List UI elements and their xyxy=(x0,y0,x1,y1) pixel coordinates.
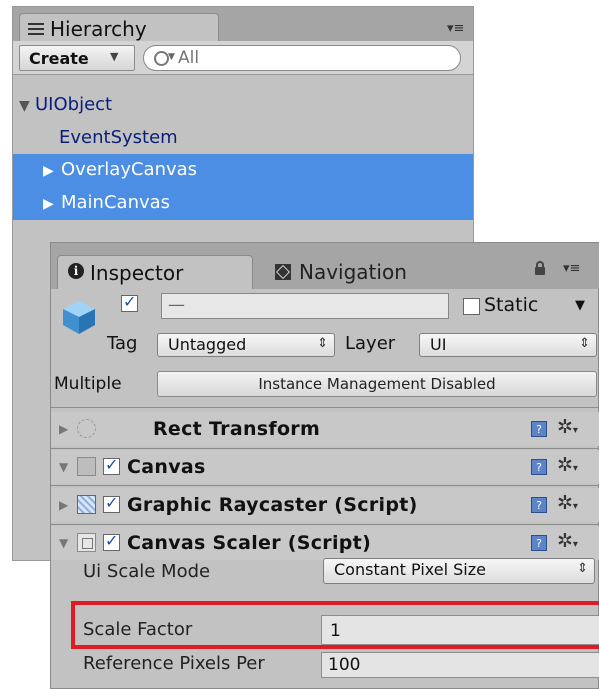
collapse-triangle-icon[interactable]: ▼ xyxy=(59,460,68,474)
reference-pixels-label: Reference Pixels Per xyxy=(83,653,265,674)
layer-label: Layer xyxy=(345,333,396,354)
gear-icon[interactable]: ✲▾ xyxy=(557,416,578,438)
ui-scale-mode-label: Ui Scale Mode xyxy=(83,561,211,582)
gear-icon[interactable]: ✲▾ xyxy=(557,530,578,552)
help-icon[interactable]: ? xyxy=(531,459,547,475)
ui-scale-mode-value: Constant Pixel Size xyxy=(334,560,486,579)
static-dropdown-arrow-icon[interactable]: ▼ xyxy=(575,298,585,313)
hierarchy-search[interactable]: ▼ xyxy=(143,45,461,71)
component-rect-transform[interactable]: ▶ Rect Transform ? ✲▾ xyxy=(51,412,599,446)
collapse-triangle-icon[interactable]: ▶ xyxy=(43,163,54,179)
search-icon xyxy=(154,51,169,66)
expand-triangle-icon[interactable]: ▶ xyxy=(59,498,68,512)
component-title: Canvas xyxy=(127,456,206,478)
tab-navigation[interactable]: Navigation xyxy=(269,255,459,289)
inspector-tab-bar: i Inspector Navigation ▾≡ xyxy=(51,243,599,289)
multiple-label: Multiple xyxy=(54,374,122,394)
updown-arrow-icon: ⇕ xyxy=(317,336,328,351)
tag-label: Tag xyxy=(107,333,138,354)
hierarchy-tab-label: Hierarchy xyxy=(50,17,147,41)
collapse-triangle-icon[interactable]: ▶ xyxy=(43,196,54,212)
tree-item-label: MainCanvas xyxy=(61,192,171,213)
hierarchy-list-icon xyxy=(28,23,44,35)
lock-icon[interactable] xyxy=(535,261,545,275)
separator xyxy=(51,485,599,486)
navigation-tab-label: Navigation xyxy=(299,260,407,284)
tree-item-overlaycanvas[interactable]: ▶ OverlayCanvas xyxy=(13,154,473,187)
active-checkbox[interactable] xyxy=(121,292,138,312)
tag-value: Untagged xyxy=(168,335,247,354)
hierarchy-tab[interactable]: Hierarchy xyxy=(19,13,219,43)
highlight-box xyxy=(71,601,599,649)
script-icon xyxy=(77,495,96,514)
object-name-field[interactable]: — xyxy=(161,293,449,319)
updown-arrow-icon: ⇕ xyxy=(577,561,588,576)
canvas-icon xyxy=(77,457,96,476)
tree-item-maincanvas[interactable]: ▶ MainCanvas xyxy=(13,187,473,220)
hierarchy-toolbar: Create ▼ ▼ xyxy=(13,41,473,75)
tag-dropdown[interactable]: Untagged ⇕ xyxy=(157,333,335,357)
reference-pixels-field[interactable]: 100 xyxy=(321,652,599,678)
tree-item-label: EventSystem xyxy=(59,127,178,148)
tree-item-eventsystem[interactable]: EventSystem xyxy=(13,122,473,155)
component-title: Canvas Scaler (Script) xyxy=(127,532,372,554)
search-input[interactable] xyxy=(178,48,438,68)
collapse-triangle-icon[interactable]: ▼ xyxy=(59,536,68,550)
reference-pixels-value: 100 xyxy=(328,655,361,675)
component-canvas[interactable]: ▼ Canvas ? ✲▾ xyxy=(51,450,599,484)
object-name-value: — xyxy=(168,295,185,315)
separator xyxy=(51,448,599,449)
search-filter-dropdown-icon[interactable]: ▼ xyxy=(168,52,175,62)
component-enabled-checkbox[interactable] xyxy=(103,531,120,551)
create-button[interactable]: Create ▼ xyxy=(19,45,135,71)
static-label: Static xyxy=(484,294,539,316)
tree-item-uiobject[interactable]: ▼ UIObject xyxy=(13,89,473,122)
help-icon[interactable]: ? xyxy=(531,535,547,551)
separator xyxy=(51,524,599,525)
separator xyxy=(51,407,599,408)
help-icon[interactable]: ? xyxy=(531,421,547,437)
layer-dropdown[interactable]: UI ⇕ xyxy=(419,333,597,357)
canvas-scaler-icon xyxy=(77,533,96,552)
info-icon: i xyxy=(68,263,84,279)
layer-value: UI xyxy=(430,335,447,354)
component-title: Rect Transform xyxy=(153,418,321,440)
cube-icon xyxy=(63,301,95,334)
panel-menu-icon[interactable]: ▾≡ xyxy=(447,21,464,36)
gear-icon[interactable]: ✲▾ xyxy=(557,492,578,514)
component-title: Graphic Raycaster (Script) xyxy=(127,494,418,516)
chevron-down-icon: ▼ xyxy=(110,50,119,63)
updown-arrow-icon: ⇕ xyxy=(579,336,590,351)
tree-item-label: OverlayCanvas xyxy=(61,159,198,180)
rect-transform-icon xyxy=(77,419,96,438)
component-enabled-checkbox[interactable] xyxy=(103,455,120,475)
navigation-icon xyxy=(275,264,291,280)
inspector-panel: i Inspector Navigation ▾≡ — Static ▼ Tag… xyxy=(50,242,599,689)
component-enabled-checkbox[interactable] xyxy=(103,493,120,513)
instance-management-button[interactable]: Instance Management Disabled xyxy=(157,371,597,397)
expand-triangle-icon[interactable]: ▶ xyxy=(59,422,68,436)
component-canvas-scaler[interactable]: ▼ Canvas Scaler (Script) ? ✲▾ xyxy=(51,526,599,560)
ui-scale-mode-dropdown[interactable]: Constant Pixel Size ⇕ xyxy=(323,558,595,584)
create-button-label: Create xyxy=(29,49,89,68)
component-graphic-raycaster[interactable]: ▶ Graphic Raycaster (Script) ? ✲▾ xyxy=(51,488,599,522)
tab-inspector[interactable]: i Inspector xyxy=(57,255,253,289)
panel-menu-icon[interactable]: ▾≡ xyxy=(563,261,580,276)
static-checkbox[interactable] xyxy=(463,298,480,315)
inspector-tab-label: Inspector xyxy=(90,261,184,285)
gear-icon[interactable]: ✲▾ xyxy=(557,454,578,476)
hierarchy-tab-bar: Hierarchy ▾≡ xyxy=(13,7,473,43)
expand-triangle-icon[interactable]: ▼ xyxy=(19,98,30,114)
help-icon[interactable]: ? xyxy=(531,497,547,513)
tree-item-label: UIObject xyxy=(35,94,113,115)
